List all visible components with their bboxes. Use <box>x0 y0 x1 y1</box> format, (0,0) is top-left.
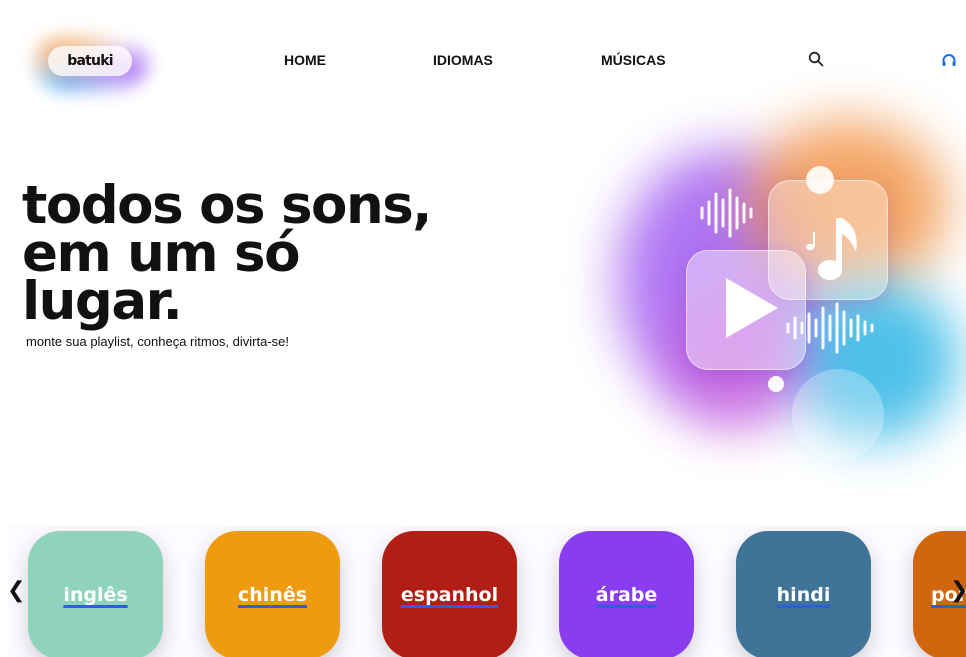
media-icons <box>700 166 884 461</box>
language-card-label: chinês <box>237 584 308 606</box>
language-card-label: inglês <box>63 584 128 606</box>
language-card-ingles[interactable]: inglês <box>28 531 163 657</box>
search-icon[interactable] <box>808 51 824 67</box>
language-card-label: árabe <box>595 584 658 606</box>
hero-subtitle: monte sua playlist, conheça ritmos, divi… <box>26 334 289 349</box>
nav-musicas[interactable]: MÚSICAS <box>601 52 666 68</box>
language-card-label: espanhol <box>400 584 499 606</box>
language-card-arabe[interactable]: árabe <box>559 531 694 657</box>
language-card-espanhol[interactable]: espanhol <box>382 531 517 657</box>
nav-home[interactable]: HOME <box>284 52 326 68</box>
language-carousel: inglês chinês espanhol árabe hindi por <box>7 525 966 657</box>
hero-title: todos os sons, em um só lugar. <box>22 179 442 332</box>
language-card-hindi[interactable]: hindi <box>736 531 871 657</box>
hero-illustration <box>598 110 966 470</box>
carousel-next-button[interactable]: ❯ <box>950 578 966 603</box>
nav-idiomas[interactable]: IDIOMAS <box>433 52 493 68</box>
logo-text: batuki <box>67 53 113 69</box>
carousel-prev-button[interactable]: ❮ <box>7 578 25 603</box>
language-card-chines[interactable]: chinês <box>205 531 340 657</box>
logo-pill: batuki <box>48 46 132 76</box>
logo[interactable]: batuki <box>34 34 149 92</box>
language-card-label: hindi <box>776 584 831 606</box>
hero-title-line: lugar. <box>22 271 183 332</box>
headphones-icon[interactable] <box>941 52 957 68</box>
